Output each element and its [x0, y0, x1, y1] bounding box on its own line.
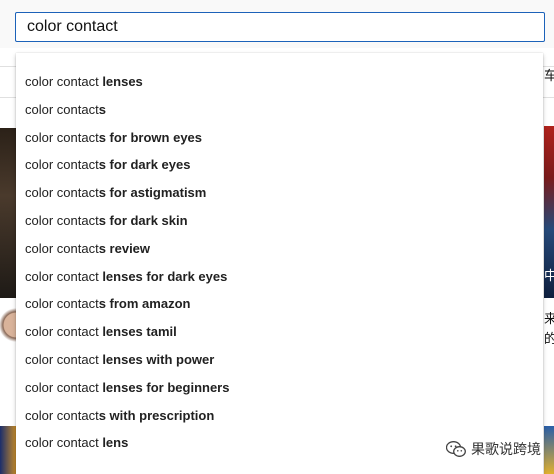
suggestion-completion-text: s for astigmatism	[98, 185, 207, 201]
suggestion-typed-text: color contact	[25, 435, 99, 451]
suggestion-item[interactable]: color contacts for astigmatism	[16, 179, 543, 207]
suggestion-typed-text: color contact	[25, 268, 99, 284]
background-avatar[interactable]	[0, 308, 16, 342]
suggestion-item[interactable]: color contact lenses	[16, 68, 543, 96]
suggestion-completion-text: s for dark skin	[98, 212, 188, 228]
background-text-fragment: 车	[544, 68, 554, 83]
suggestion-item[interactable]: color contact lenses with power	[16, 346, 543, 374]
suggestion-completion-text: lenses for beginners	[98, 379, 230, 395]
suggestion-typed-text: color contact	[25, 407, 99, 423]
suggestion-typed-text: color contact	[25, 185, 99, 201]
suggestion-item[interactable]: color contact lenses tamil	[16, 318, 543, 346]
background-video-thumbnail[interactable]	[0, 426, 16, 474]
suggestion-typed-text: color contact	[25, 324, 99, 340]
suggestion-item[interactable]: color contacts review	[16, 235, 543, 263]
background-video-thumbnail[interactable]	[0, 128, 16, 298]
suggestion-typed-text: color contact	[25, 212, 99, 228]
watermark-text: 果歌说跨境	[471, 442, 541, 458]
background-video-thumbnail[interactable]	[544, 426, 554, 474]
suggestion-typed-text: color contact	[25, 157, 99, 173]
suggestion-completion-text: s for brown eyes	[98, 129, 203, 145]
suggestion-list: color contact lenses color contacts color …	[16, 53, 543, 457]
search-box[interactable]	[15, 12, 545, 42]
suggestion-item[interactable]: color contacts	[16, 96, 543, 124]
suggestion-completion-text: s from amazon	[98, 296, 191, 312]
suggestion-typed-text: color contact	[25, 101, 99, 117]
wechat-icon	[446, 440, 466, 458]
suggestion-completion-text: s with prescription	[98, 407, 215, 423]
search-suggestions-dropdown: color contact lenses color contacts color …	[16, 53, 543, 474]
suggestion-typed-text: color contact	[25, 240, 99, 256]
suggestion-completion-text: s for dark eyes	[98, 157, 191, 173]
suggestion-typed-text: color contact	[25, 351, 99, 367]
suggestion-item[interactable]: color contacts for brown eyes	[16, 124, 543, 152]
suggestion-item[interactable]: color contacts for dark eyes	[16, 151, 543, 179]
background-text-fragment: 中	[544, 268, 554, 283]
suggestion-typed-text: color contact	[25, 379, 99, 395]
suggestion-typed-text: color contact	[25, 129, 99, 145]
suggestion-completion-text: s review	[98, 240, 151, 256]
suggestion-completion-text: lenses for dark eyes	[98, 268, 228, 284]
background-text-fragment: 来	[544, 311, 554, 326]
suggestion-completion-text: lens	[98, 435, 129, 451]
watermark: 果歌说跨境	[446, 438, 541, 460]
suggestion-completion-text: s	[98, 101, 106, 117]
suggestion-typed-text: color contact	[25, 74, 99, 89]
search-input[interactable]	[16, 13, 544, 41]
suggestion-completion-text: lenses	[98, 74, 143, 89]
background-text-fragment: 的	[544, 331, 554, 346]
suggestion-item[interactable]: color contacts with prescription	[16, 402, 543, 430]
suggestion-item[interactable]: color contacts from amazon	[16, 290, 543, 318]
suggestion-completion-text: lenses tamil	[98, 324, 177, 340]
suggestion-item[interactable]: color contact lenses for beginners	[16, 374, 543, 402]
suggestion-typed-text: color contact	[25, 296, 99, 312]
suggestion-item[interactable]: color contact lenses for dark eyes	[16, 263, 543, 291]
suggestion-completion-text: lenses with power	[98, 351, 215, 367]
suggestion-item[interactable]: color contacts for dark skin	[16, 207, 543, 235]
